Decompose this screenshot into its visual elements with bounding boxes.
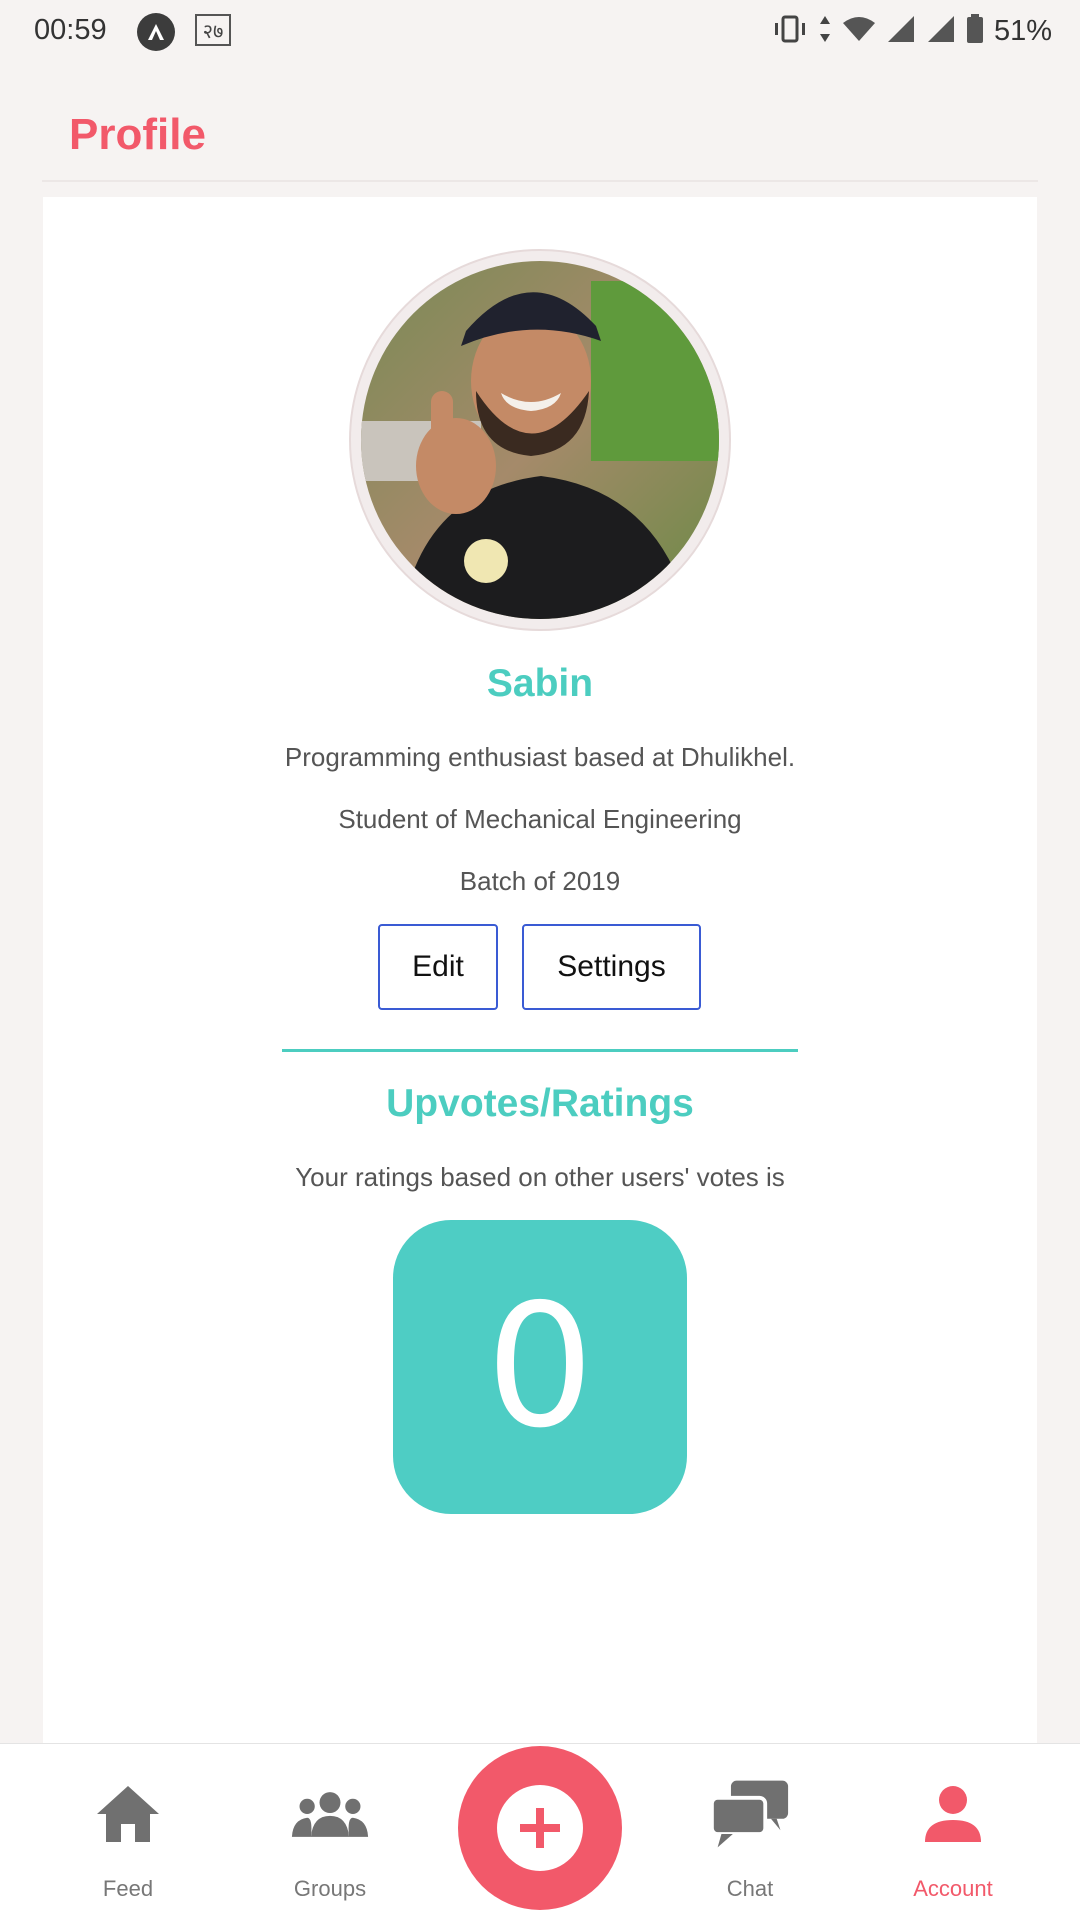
status-bar: 00:59 २७ 51%	[0, 0, 1080, 62]
nav-label-chat: Chat	[726, 1876, 774, 1901]
avatar[interactable]	[361, 261, 719, 619]
account-icon	[913, 1774, 993, 1854]
user-name: Sabin	[486, 662, 594, 705]
section-divider	[282, 1049, 798, 1052]
chat-icon	[710, 1774, 790, 1854]
ratings-description: Your ratings based on other users' votes…	[295, 1162, 785, 1192]
signal-icon	[886, 14, 916, 49]
battery-icon	[966, 13, 984, 49]
nav-item-account[interactable]: Account	[873, 1744, 1033, 1921]
vibrate-icon	[772, 14, 808, 49]
signal-icon-2	[926, 14, 956, 49]
ratings-title: Upvotes/Ratings	[386, 1082, 694, 1125]
data-arrows-icon	[818, 14, 832, 49]
nav-label-groups: Groups	[293, 1876, 367, 1901]
add-post-button[interactable]	[458, 1746, 622, 1910]
header-divider	[42, 180, 1038, 182]
profile-card: Sabin Programming enthusiast based at Dh…	[43, 197, 1037, 1745]
notification-badge-icon: २७	[195, 14, 231, 46]
avatar-frame	[349, 249, 731, 631]
battery-percent: 51%	[993, 14, 1052, 47]
groups-icon	[290, 1774, 370, 1854]
plus-icon	[497, 1785, 583, 1871]
rating-badge: 0	[393, 1220, 687, 1514]
home-icon	[88, 1774, 168, 1854]
status-time: 00:59	[34, 14, 107, 46]
app-notification-icon	[137, 13, 175, 51]
wifi-icon	[842, 15, 876, 48]
nav-item-feed[interactable]: Feed	[48, 1744, 208, 1921]
bio-line: Programming enthusiast based at Dhulikhe…	[284, 742, 796, 772]
nav-item-chat[interactable]: Chat	[670, 1744, 830, 1921]
nav-item-groups[interactable]: Groups	[250, 1744, 410, 1921]
bio-line: Batch of 2019	[459, 866, 621, 896]
bio-line: Student of Mechanical Engineering	[338, 804, 742, 834]
rating-value: 0	[485, 1268, 595, 1466]
nav-label-account: Account	[913, 1876, 993, 1901]
nav-label-feed: Feed	[102, 1876, 154, 1901]
edit-button[interactable]: Edit	[378, 924, 498, 1010]
page-title: Profile	[69, 110, 206, 159]
settings-button[interactable]: Settings	[522, 924, 701, 1010]
